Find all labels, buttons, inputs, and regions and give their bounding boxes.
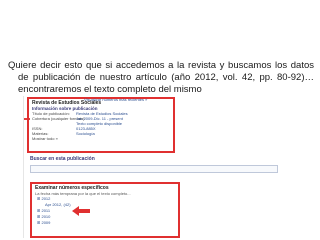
info-rows: Título de publicación: Revista de Estudio… xyxy=(32,111,170,141)
issues-box: Examinar números específicos La fecha má… xyxy=(30,182,180,238)
red-arrow-icon xyxy=(72,206,90,216)
embedded-screenshot: Revista de Estudios Sociales Información… xyxy=(23,96,308,238)
issue-list: ⊞ 2012 Apr 2012, (42) ⊞ 2011 ⊞ 2010 ⊞ 2009 xyxy=(35,196,175,226)
recent-issues-link[interactable]: Visualizar números más recientes » xyxy=(84,97,147,102)
search-label: Buscar en esta publicación xyxy=(30,156,95,162)
info-row-value: Sociología xyxy=(76,131,95,136)
slide-text: Quiere decir esto que si accedemos a la … xyxy=(8,60,314,96)
issue-list-item[interactable]: ⊞ 2009 xyxy=(35,220,175,226)
info-row: Mostrar todo » xyxy=(32,136,170,141)
slide-paragraph: Quiere decir esto que si accedemos a la … xyxy=(8,60,314,95)
info-row-key[interactable]: Mostrar todo » xyxy=(32,136,76,141)
search-input[interactable] xyxy=(30,165,278,173)
search-section: Buscar en esta publicación xyxy=(30,156,280,173)
publication-info-box: Revista de Estudios Sociales Información… xyxy=(27,97,175,153)
